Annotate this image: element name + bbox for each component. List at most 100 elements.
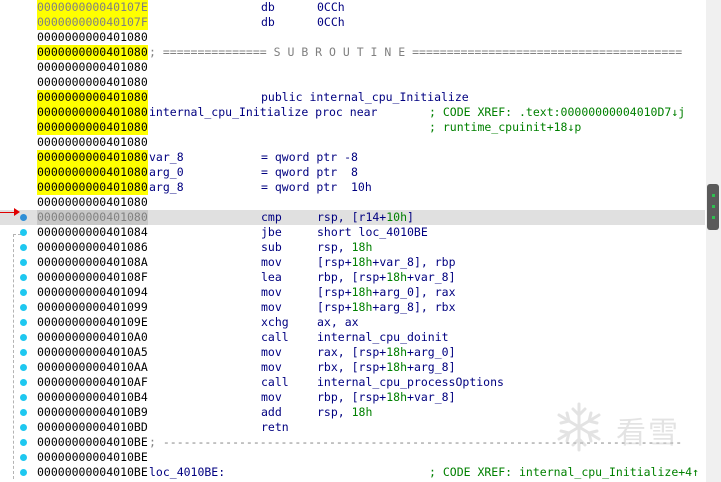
mnemonic[interactable]: mov [261, 255, 282, 270]
mnemonic[interactable]: sub [261, 240, 282, 255]
mnemonic[interactable]: lea [261, 270, 282, 285]
operands[interactable]: rax, [rsp+18h+arg_0] [317, 345, 456, 360]
operand-number[interactable]: 18h [352, 240, 373, 254]
operand-text[interactable]: rax, [rsp+ [317, 345, 386, 359]
operands[interactable]: ax, ax [317, 315, 359, 330]
breakpoint-dot[interactable] [20, 289, 27, 296]
listing-line[interactable]: 00000000004010A5 mov rax, [rsp+18h+arg_0] [0, 345, 705, 360]
operand-text[interactable]: rbp, [rsp+ [317, 270, 386, 284]
current-line[interactable]: 0000000000401080 cmp rsp, [r14+10h] [0, 210, 705, 225]
scrollbar-thumb[interactable] [707, 184, 719, 230]
operand-text[interactable]: short loc_4010BE [317, 225, 428, 239]
line-address[interactable]: 00000000004010BE [37, 450, 148, 465]
listing-line[interactable]: 0000000000401080 [0, 195, 705, 210]
breakpoint-dot[interactable] [20, 439, 27, 446]
mnemonic[interactable]: = qword ptr -8 [261, 150, 358, 165]
breakpoint-dot[interactable] [20, 229, 27, 236]
label[interactable]: loc_4010BE: [149, 465, 225, 480]
operands[interactable]: internal_cpu_processOptions [317, 375, 504, 390]
listing-line[interactable]: 000000000040107E db 0CCh [0, 0, 705, 15]
operand-text[interactable]: rbp, [rsp+ [317, 390, 386, 404]
line-address[interactable]: 000000000040108A [37, 255, 148, 270]
mnemonic[interactable]: call [261, 375, 289, 390]
label[interactable]: internal_cpu_Initialize proc near [149, 105, 377, 120]
listing-line[interactable]: 0000000000401084 jbe short loc_4010BE [0, 225, 705, 240]
line-address[interactable]: 0000000000401086 [37, 240, 148, 255]
label[interactable]: var_8 [149, 150, 184, 165]
operand-text[interactable]: internal_cpu_processOptions [317, 375, 504, 389]
line-address[interactable]: 00000000004010AA [37, 360, 148, 375]
mnemonic[interactable]: mov [261, 390, 282, 405]
line-address[interactable]: 0000000000401080 [37, 105, 148, 120]
operands[interactable]: rsp, 18h [317, 240, 372, 255]
operand-text[interactable]: +arg_8] [407, 360, 455, 374]
operands[interactable]: rsp, [r14+10h] [317, 210, 414, 225]
operand-text[interactable]: 0CCh [317, 15, 345, 29]
operands[interactable]: rsp, 18h [317, 405, 372, 420]
line-address[interactable]: 00000000004010BD [37, 420, 148, 435]
operand-text[interactable]: +var_8], rbp [372, 255, 455, 269]
operand-text[interactable]: [rsp+ [317, 300, 352, 314]
operands[interactable]: 0CCh [317, 0, 345, 15]
operand-number[interactable]: 18h [386, 360, 407, 374]
mnemonic[interactable]: = qword ptr 10h [261, 180, 372, 195]
operand-number[interactable]: 18h [352, 405, 373, 419]
operand-number[interactable]: 18h [352, 300, 373, 314]
listing-line[interactable]: 0000000000401080 var_8 = qword ptr -8 [0, 150, 705, 165]
line-address[interactable]: 0000000000401080 [37, 165, 148, 180]
operand-text[interactable]: 0CCh [317, 0, 345, 14]
line-address[interactable]: 0000000000401080 [37, 45, 148, 60]
listing-line[interactable]: 0000000000401086 sub rsp, 18h [0, 240, 705, 255]
line-address[interactable]: 0000000000401080 [37, 90, 148, 105]
mnemonic[interactable]: public internal_cpu_Initialize [261, 90, 469, 105]
listing-line[interactable]: 00000000004010AF call internal_cpu_process… [0, 375, 705, 390]
operand-text[interactable]: internal_cpu_doinit [317, 330, 449, 344]
mnemonic[interactable]: xchg [261, 315, 289, 330]
breakpoint-dot[interactable] [20, 304, 27, 311]
line-address[interactable]: 0000000000401099 [37, 300, 148, 315]
line-address[interactable]: 0000000000401080 [37, 150, 148, 165]
mnemonic[interactable]: db [261, 0, 275, 15]
listing-line[interactable]: 0000000000401080; =============== S U B … [0, 45, 705, 60]
listing-line[interactable]: 000000000040109E xchg ax, ax [0, 315, 705, 330]
vertical-scrollbar[interactable] [706, 0, 721, 482]
listing-line[interactable]: 00000000004010A0 call internal_cpu_doinit [0, 330, 705, 345]
line-address[interactable]: 0000000000401080 [37, 75, 148, 90]
mnemonic[interactable]: mov [261, 345, 282, 360]
operand-text[interactable]: [rsp+ [317, 285, 352, 299]
label[interactable]: arg_0 [149, 165, 184, 180]
listing-line[interactable]: 0000000000401080 public internal_cpu_Init… [0, 90, 705, 105]
breakpoint-dot[interactable] [20, 469, 27, 476]
operand-text[interactable]: ax, ax [317, 315, 359, 329]
operands[interactable]: rbx, [rsp+18h+arg_8] [317, 360, 456, 375]
listing-line[interactable]: 0000000000401080 [0, 60, 705, 75]
listing-line[interactable]: 000000000040107F db 0CCh [0, 15, 705, 30]
operand-text[interactable]: rsp, [317, 240, 352, 254]
listing-line[interactable]: 0000000000401080 internal_cpu_Initialize … [0, 105, 705, 120]
breakpoint-dot[interactable] [20, 319, 27, 326]
operand-text[interactable]: [rsp+ [317, 255, 352, 269]
operands[interactable]: rbp, [rsp+18h+var_8] [317, 270, 456, 285]
breakpoint-dot[interactable] [20, 259, 27, 266]
operand-number[interactable]: 18h [386, 345, 407, 359]
line-address[interactable]: 00000000004010B4 [37, 390, 148, 405]
mnemonic[interactable]: mov [261, 285, 282, 300]
line-address[interactable]: 0000000000401094 [37, 285, 148, 300]
line-address[interactable]: 000000000040109E [37, 315, 148, 330]
breakpoint-dot[interactable] [20, 214, 27, 221]
operand-text[interactable]: ] [407, 210, 414, 224]
line-address[interactable]: 00000000004010A0 [37, 330, 148, 345]
line-address[interactable]: 0000000000401080 [37, 180, 148, 195]
operand-number[interactable]: 18h [352, 285, 373, 299]
breakpoint-dot[interactable] [20, 454, 27, 461]
line-address[interactable]: 00000000004010AF [37, 375, 148, 390]
operands[interactable]: [rsp+18h+arg_8], rbx [317, 300, 456, 315]
operands[interactable]: [rsp+18h+arg_0], rax [317, 285, 456, 300]
operand-text[interactable]: rbx, [rsp+ [317, 360, 386, 374]
operands[interactable]: short loc_4010BE [317, 225, 428, 240]
operand-text[interactable]: rsp, [r14+ [317, 210, 386, 224]
mnemonic[interactable]: mov [261, 360, 282, 375]
line-address[interactable]: 0000000000401080 [37, 30, 148, 45]
listing-line[interactable]: 00000000004010BE loc_4010BE: ; CODE XREF: … [0, 465, 705, 480]
listing-line[interactable]: 000000000040108A mov [rsp+18h+var_8], rbp [0, 255, 705, 270]
